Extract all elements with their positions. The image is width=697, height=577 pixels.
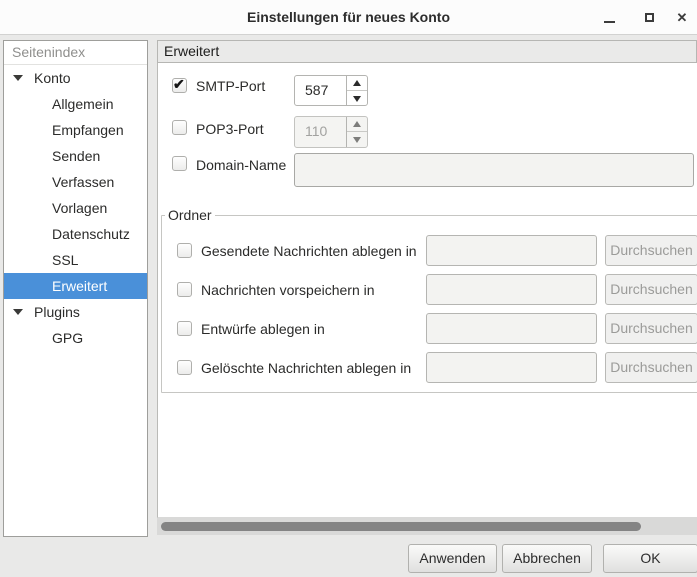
spin-up-button[interactable] bbox=[347, 117, 367, 132]
horizontal-scrollbar[interactable] bbox=[157, 518, 697, 535]
spin-up-button[interactable] bbox=[347, 76, 367, 91]
sidebar-item-datenschutz[interactable]: Datenschutz bbox=[4, 221, 147, 247]
minimize-button[interactable] bbox=[599, 7, 621, 29]
sidebar-header: Seitenindex bbox=[4, 41, 147, 65]
ok-button[interactable]: OK bbox=[603, 544, 697, 573]
drafts-folder-field[interactable] bbox=[426, 313, 597, 344]
arrow-down-icon bbox=[353, 137, 361, 143]
sidebar-item-plugins[interactable]: Plugins bbox=[4, 299, 147, 325]
expander-icon[interactable] bbox=[13, 75, 23, 81]
maximize-button[interactable] bbox=[639, 7, 661, 29]
drafts-folder-checkbox[interactable] bbox=[177, 321, 192, 336]
arrow-up-icon bbox=[353, 121, 361, 127]
sent-folder-field[interactable] bbox=[426, 235, 597, 266]
spin-down-button[interactable] bbox=[347, 132, 367, 147]
sent-folder-browse-button[interactable]: Durchsuchen bbox=[605, 235, 697, 266]
domain-name-field[interactable] bbox=[294, 153, 694, 187]
trash-folder-label: Gelöschte Nachrichten ablegen in bbox=[201, 360, 411, 377]
checkmark-icon: ✔ bbox=[173, 76, 185, 93]
folder-group-legend: Ordner bbox=[165, 207, 215, 223]
sidebar-item-senden[interactable]: Senden bbox=[4, 143, 147, 169]
cancel-button[interactable]: Abbrechen bbox=[502, 544, 592, 573]
sidebar-item-erweitert[interactable]: Erweitert bbox=[4, 273, 147, 299]
smtp-port-value[interactable]: 587 bbox=[305, 76, 328, 105]
apply-button[interactable]: Anwenden bbox=[408, 544, 497, 573]
queue-folder-browse-button[interactable]: Durchsuchen bbox=[605, 274, 697, 305]
pop3-port-label: POP3-Port bbox=[196, 121, 264, 138]
drafts-folder-label: Entwürfe ablegen in bbox=[201, 321, 325, 338]
minimize-icon bbox=[604, 21, 615, 23]
sent-folder-checkbox[interactable] bbox=[177, 243, 192, 258]
sidebar-item-empfangen[interactable]: Empfangen bbox=[4, 117, 147, 143]
maximize-icon bbox=[645, 13, 654, 22]
smtp-port-label: SMTP-Port bbox=[196, 78, 265, 95]
page-title: Erweitert bbox=[157, 40, 697, 63]
sidebar-item-konto[interactable]: Konto bbox=[4, 65, 147, 91]
trash-folder-field[interactable] bbox=[426, 352, 597, 383]
sidebar-item-vorlagen[interactable]: Vorlagen bbox=[4, 195, 147, 221]
arrow-down-icon bbox=[353, 96, 361, 102]
drafts-folder-browse-button[interactable]: Durchsuchen bbox=[605, 313, 697, 344]
queue-folder-label: Nachrichten vorspeichern in bbox=[201, 282, 375, 299]
queue-folder-field[interactable] bbox=[426, 274, 597, 305]
close-button[interactable]: ✕ bbox=[671, 7, 693, 29]
expander-icon[interactable] bbox=[13, 309, 23, 315]
horizontal-scrollbar-thumb[interactable] bbox=[161, 522, 641, 531]
sidebar-item-verfassen[interactable]: Verfassen bbox=[4, 169, 147, 195]
smtp-port-spinner[interactable]: 587 bbox=[294, 75, 368, 106]
page-tree: Konto Allgemein Empfangen Senden Verfass… bbox=[4, 65, 147, 351]
queue-folder-checkbox[interactable] bbox=[177, 282, 192, 297]
sent-folder-label: Gesendete Nachrichten ablegen in bbox=[201, 243, 417, 260]
pop3-port-checkbox[interactable] bbox=[172, 120, 187, 135]
pop3-port-value[interactable]: 110 bbox=[305, 117, 327, 146]
smtp-port-checkbox[interactable]: ✔ bbox=[172, 78, 187, 93]
arrow-up-icon bbox=[353, 80, 361, 86]
settings-window: Einstellungen für neues Konto ✕ Seitenin… bbox=[0, 0, 697, 577]
sidebar-item-gpg[interactable]: GPG bbox=[4, 325, 147, 351]
close-icon: ✕ bbox=[671, 7, 693, 29]
sidebar-item-ssl[interactable]: SSL bbox=[4, 247, 147, 273]
trash-folder-checkbox[interactable] bbox=[177, 360, 192, 375]
page-index-sidebar: Seitenindex Konto Allgemein Empfangen Se… bbox=[3, 40, 148, 537]
domain-name-checkbox[interactable] bbox=[172, 156, 187, 171]
spin-down-button[interactable] bbox=[347, 91, 367, 106]
titlebar[interactable]: Einstellungen für neues Konto ✕ bbox=[0, 0, 697, 35]
trash-folder-browse-button[interactable]: Durchsuchen bbox=[605, 352, 697, 383]
window-title: Einstellungen für neues Konto bbox=[0, 0, 697, 35]
pop3-port-spinner[interactable]: 110 bbox=[294, 116, 368, 148]
domain-name-label: Domain-Name bbox=[196, 157, 286, 174]
sidebar-item-allgemein[interactable]: Allgemein bbox=[4, 91, 147, 117]
